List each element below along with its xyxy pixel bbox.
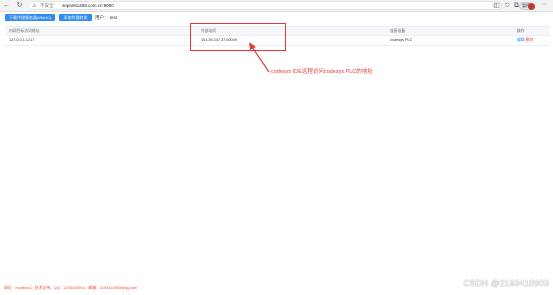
footer-text: 网址：modbus4，技术支持，QQ：2193410903，邮箱：2193410…: [4, 286, 138, 290]
annotation-text: codesys IDE远程访问codesys PLC的地址: [271, 69, 373, 75]
annotation-arrow: [249, 42, 270, 73]
watermark: CSDN @2193410903: [463, 278, 549, 288]
